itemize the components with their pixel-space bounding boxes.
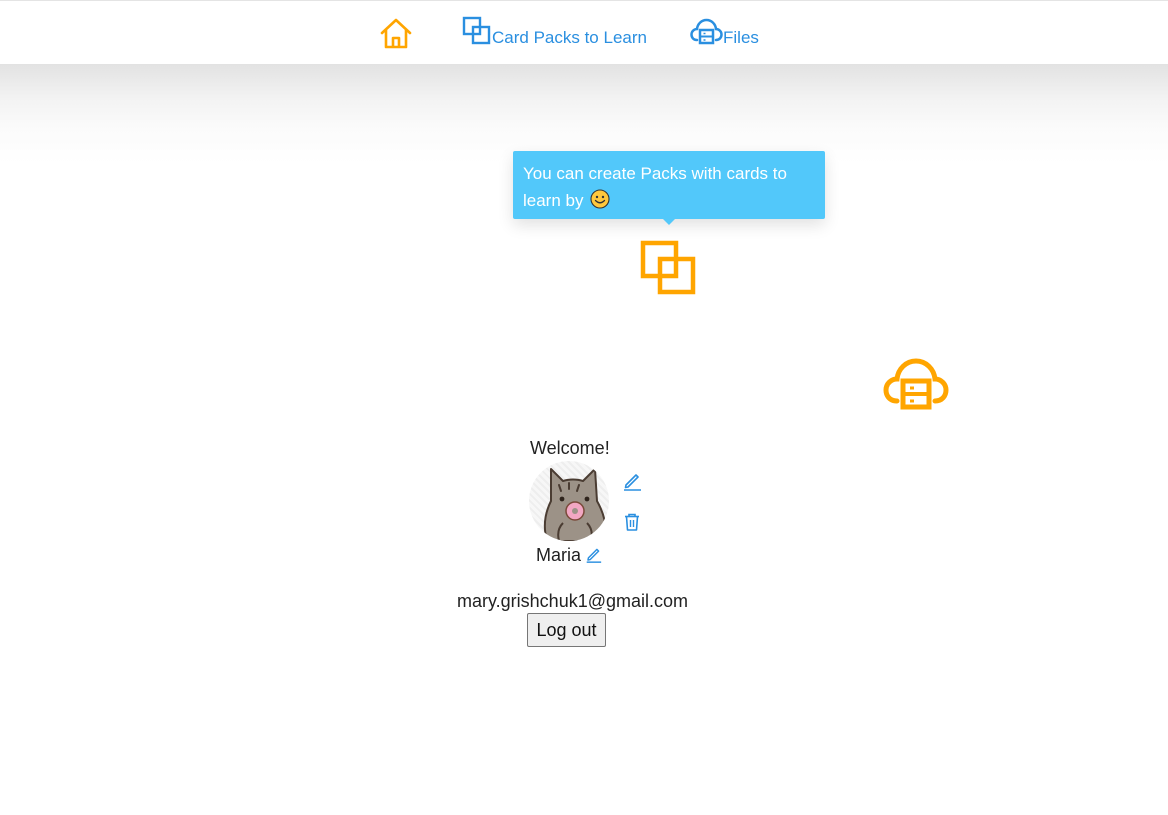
welcome-text: Welcome! bbox=[530, 438, 610, 458]
pencil-icon bbox=[586, 548, 602, 563]
home-icon bbox=[380, 18, 412, 49]
card-packs-icon bbox=[462, 16, 491, 45]
top-navigation: Card Packs to Learn Files bbox=[0, 0, 1168, 64]
files-feature-button[interactable] bbox=[882, 355, 950, 416]
nav-card-packs-link[interactable]: Card Packs to Learn bbox=[462, 1, 647, 65]
logout-button[interactable]: Log out bbox=[527, 613, 606, 647]
trash-icon bbox=[625, 513, 639, 531]
card-packs-feature-button[interactable] bbox=[640, 240, 698, 301]
user-email: mary.grishchuk1@gmail.com bbox=[457, 591, 689, 611]
user-name: Maria bbox=[536, 545, 582, 565]
nav-home-link[interactable] bbox=[378, 1, 414, 65]
pusheen-cat-avatar bbox=[543, 468, 607, 541]
pencil-icon bbox=[624, 474, 641, 491]
card-packs-icon bbox=[640, 240, 696, 295]
edit-name-button[interactable] bbox=[585, 546, 602, 566]
smiley-icon bbox=[590, 189, 610, 209]
header-shadow bbox=[0, 64, 1168, 164]
nav-card-packs-label: Card Packs to Learn bbox=[492, 27, 647, 47]
cloud-files-icon bbox=[690, 18, 723, 45]
tooltip-text: You can create Packs with cards to learn… bbox=[523, 164, 787, 210]
tooltip-arrow bbox=[663, 219, 675, 225]
nav-files-label: Files bbox=[723, 27, 759, 47]
edit-avatar-button[interactable] bbox=[622, 471, 642, 494]
cloud-files-icon bbox=[883, 358, 949, 410]
onboarding-tooltip: You can create Packs with cards to learn… bbox=[513, 151, 825, 219]
avatar bbox=[529, 461, 609, 541]
delete-avatar-button[interactable] bbox=[622, 512, 642, 535]
nav-files-link[interactable]: Files bbox=[690, 1, 759, 65]
